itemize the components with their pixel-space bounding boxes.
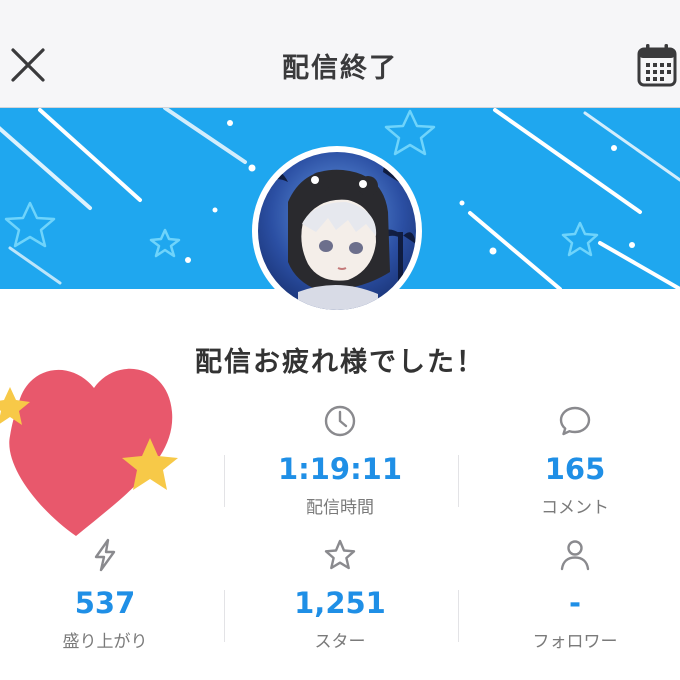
- followers-value: -: [568, 586, 582, 620]
- stars-value: 1,251: [294, 586, 386, 620]
- header-bar: 配信終了: [0, 0, 680, 108]
- followers-label: フォロワー: [532, 632, 618, 652]
- person-icon: [560, 540, 590, 571]
- excitement-value: 537: [74, 586, 136, 620]
- excitement-label: 盛り上がり: [62, 632, 148, 652]
- heart-sticker: [0, 340, 190, 544]
- comment-icon: [559, 406, 591, 436]
- heart-icon: [0, 368, 178, 536]
- stat-followers: - フォロワー: [462, 538, 680, 668]
- stream-time-value: 1:19:11: [277, 452, 403, 486]
- calendar-icon: [637, 44, 677, 87]
- divider: [224, 590, 225, 642]
- divider: [458, 455, 459, 507]
- streamer-avatar-image: [258, 152, 416, 310]
- divider: [224, 455, 225, 507]
- comments-label: コメント: [541, 498, 609, 518]
- stat-excitement: 537 盛り上がり: [0, 538, 218, 668]
- page-title: 配信終了: [282, 53, 398, 84]
- stars-label: スター: [314, 632, 366, 652]
- divider: [458, 590, 459, 642]
- calendar-button[interactable]: [636, 42, 678, 88]
- stream-time-label: 配信時間: [306, 498, 374, 518]
- stat-comments: 165 コメント: [462, 404, 680, 534]
- star-icon: [324, 539, 356, 570]
- avatar[interactable]: [252, 146, 422, 316]
- clock-icon: [324, 405, 356, 437]
- stat-stream-time: 1:19:11 配信時間: [227, 404, 453, 534]
- comments-value: 165: [544, 452, 606, 486]
- stat-stars: 1,251 スター: [227, 538, 453, 668]
